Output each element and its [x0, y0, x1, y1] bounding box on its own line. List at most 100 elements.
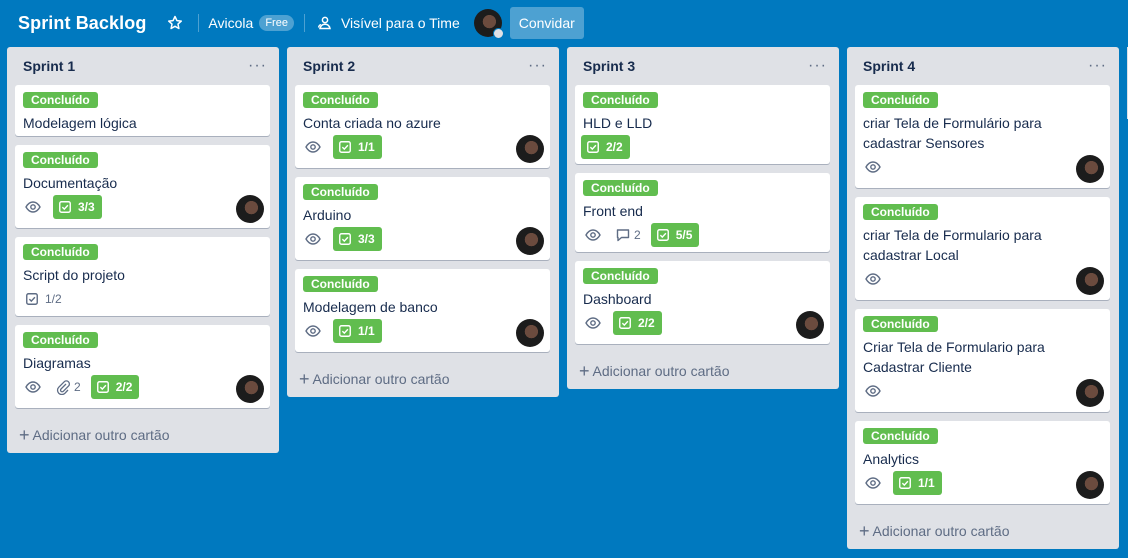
list-title[interactable]: Sprint 3	[583, 58, 635, 74]
card-label[interactable]: Concluído	[583, 180, 658, 196]
checklist-badge: 3/3	[333, 227, 382, 251]
eye-icon	[25, 379, 41, 395]
checklist-count: 1/1	[358, 140, 375, 154]
checklist-badge: 2/2	[613, 311, 662, 335]
checklist-count: 3/3	[358, 232, 375, 246]
card-label[interactable]: Concluído	[23, 332, 98, 348]
eye-icon	[585, 227, 601, 243]
card-title: Documentação	[23, 175, 118, 191]
checklist-badge: 1/1	[333, 319, 382, 343]
list-menu-icon[interactable]: ···	[248, 58, 267, 74]
list-sprint-3: Sprint 3 ··· Concluído HLD e LLD 2/2 Con…	[567, 47, 839, 389]
list-menu-icon[interactable]: ···	[808, 58, 827, 74]
checklist-badge: 2/2	[90, 375, 140, 399]
card-title: HLD e LLD	[583, 115, 653, 131]
checklist-count: 1/1	[358, 324, 375, 338]
card-label[interactable]: Concluído	[23, 152, 98, 168]
card[interactable]: Concluído Analytics 1/1	[855, 421, 1110, 504]
add-card-button[interactable]: + Adicionar outro cartão	[295, 365, 449, 393]
card[interactable]: Concluído Script do projeto 1/2	[15, 237, 270, 316]
card-title: Dashboard	[583, 291, 652, 307]
card[interactable]: Concluído Arduino 3/3	[295, 177, 550, 260]
card[interactable]: Concluído Front end 2 5/5	[575, 173, 830, 252]
card[interactable]: Concluído HLD e LLD 2/2	[575, 85, 830, 164]
card-label[interactable]: Concluído	[583, 268, 658, 284]
attachment-icon	[55, 379, 71, 395]
avatar[interactable]	[1076, 471, 1104, 499]
list-sprint-4: Sprint 4 ··· Concluído criar Tela de For…	[847, 47, 1119, 549]
checklist-count: 2/2	[606, 140, 623, 154]
checklist-count: 2/2	[638, 316, 655, 330]
checklist-badge: 1/2	[25, 292, 62, 306]
card-title: Front end	[583, 203, 643, 219]
add-card-button[interactable]: + Adicionar outro cartão	[15, 421, 169, 449]
card[interactable]: Concluído Dashboard 2/2	[575, 261, 830, 344]
plus-icon: +	[579, 361, 590, 381]
card-label[interactable]: Concluído	[863, 204, 938, 220]
card-label[interactable]: Concluído	[863, 92, 938, 108]
list-title[interactable]: Sprint 1	[23, 58, 75, 74]
card-title: Modelagem lógica	[23, 115, 137, 131]
avatar[interactable]	[236, 375, 264, 403]
avatar[interactable]	[1076, 379, 1104, 407]
card-label[interactable]: Concluído	[303, 92, 378, 108]
card-title: Conta criada no azure	[303, 115, 441, 131]
add-card-label: Adicionar outro cartão	[872, 523, 1010, 539]
card-title: Modelagem de banco	[303, 299, 438, 315]
card-label[interactable]: Concluído	[863, 316, 938, 332]
add-card-button[interactable]: + Adicionar outro cartão	[575, 357, 729, 385]
avatar[interactable]	[1076, 155, 1104, 183]
avatar[interactable]	[1076, 267, 1104, 295]
list-sprint-2: Sprint 2 ··· Concluído Conta criada no a…	[287, 47, 559, 397]
visibility-button[interactable]: Visível para o Time	[317, 15, 460, 31]
header-divider	[198, 14, 200, 32]
card-label[interactable]: Concluído	[23, 92, 98, 108]
card[interactable]: Concluído Diagramas 2 2/2	[15, 325, 270, 408]
board-title[interactable]: Sprint Backlog	[18, 13, 146, 34]
list-menu-icon[interactable]: ···	[1088, 58, 1107, 74]
star-icon[interactable]	[164, 12, 186, 34]
card-title: Script do projeto	[23, 267, 125, 283]
card-label[interactable]: Concluído	[863, 428, 938, 444]
avatar[interactable]	[516, 135, 544, 163]
invite-button[interactable]: Convidar	[509, 7, 584, 39]
card-label[interactable]: Concluído	[23, 244, 98, 260]
card[interactable]: Concluído criar Tela de Formulario para …	[855, 197, 1110, 300]
eye-icon	[865, 383, 881, 399]
member-avatar[interactable]	[473, 9, 504, 39]
admin-badge-icon	[492, 28, 504, 39]
workspace-name[interactable]: Avicola	[208, 15, 253, 31]
checklist-badge: 1/1	[333, 135, 382, 159]
card[interactable]: Concluído Documentação 3/3	[15, 145, 270, 228]
card-title: criar Tela de Formulario para cadastrar …	[863, 227, 1042, 263]
card-title: Arduino	[303, 207, 352, 223]
workspace-plan-badge: Free	[259, 15, 294, 31]
add-card-label: Adicionar outro cartão	[592, 363, 730, 379]
attachment-count: 2	[74, 380, 81, 394]
avatar[interactable]	[236, 195, 264, 223]
avatar[interactable]	[516, 319, 544, 347]
card[interactable]: Concluído Criar Tela de Formulario para …	[855, 309, 1110, 412]
plus-icon: +	[19, 425, 30, 445]
card[interactable]: Concluído criar Tela de Formulário para …	[855, 85, 1110, 188]
header-divider	[303, 14, 305, 32]
list-title[interactable]: Sprint 4	[863, 58, 915, 74]
card-label[interactable]: Concluído	[583, 92, 658, 108]
card-label[interactable]: Concluído	[303, 276, 378, 292]
card-label[interactable]: Concluído	[303, 184, 378, 200]
add-card-label: Adicionar outro cartão	[312, 371, 450, 387]
eye-icon	[305, 139, 321, 155]
visibility-label: Visível para o Time	[340, 15, 460, 31]
team-icon	[317, 16, 331, 30]
avatar[interactable]	[516, 227, 544, 255]
add-card-button[interactable]: + Adicionar outro cartão	[855, 517, 1009, 545]
card[interactable]: Concluído Modelagem lógica	[15, 85, 270, 136]
eye-icon	[305, 231, 321, 247]
list-menu-icon[interactable]: ···	[528, 58, 547, 74]
eye-icon	[865, 271, 881, 287]
card[interactable]: Concluído Modelagem de banco 1/1	[295, 269, 550, 352]
avatar[interactable]	[796, 311, 824, 339]
card[interactable]: Concluído Conta criada no azure 1/1	[295, 85, 550, 168]
board-header: Sprint Backlog Avicola Free Visível para…	[0, 0, 1128, 46]
list-title[interactable]: Sprint 2	[303, 58, 355, 74]
